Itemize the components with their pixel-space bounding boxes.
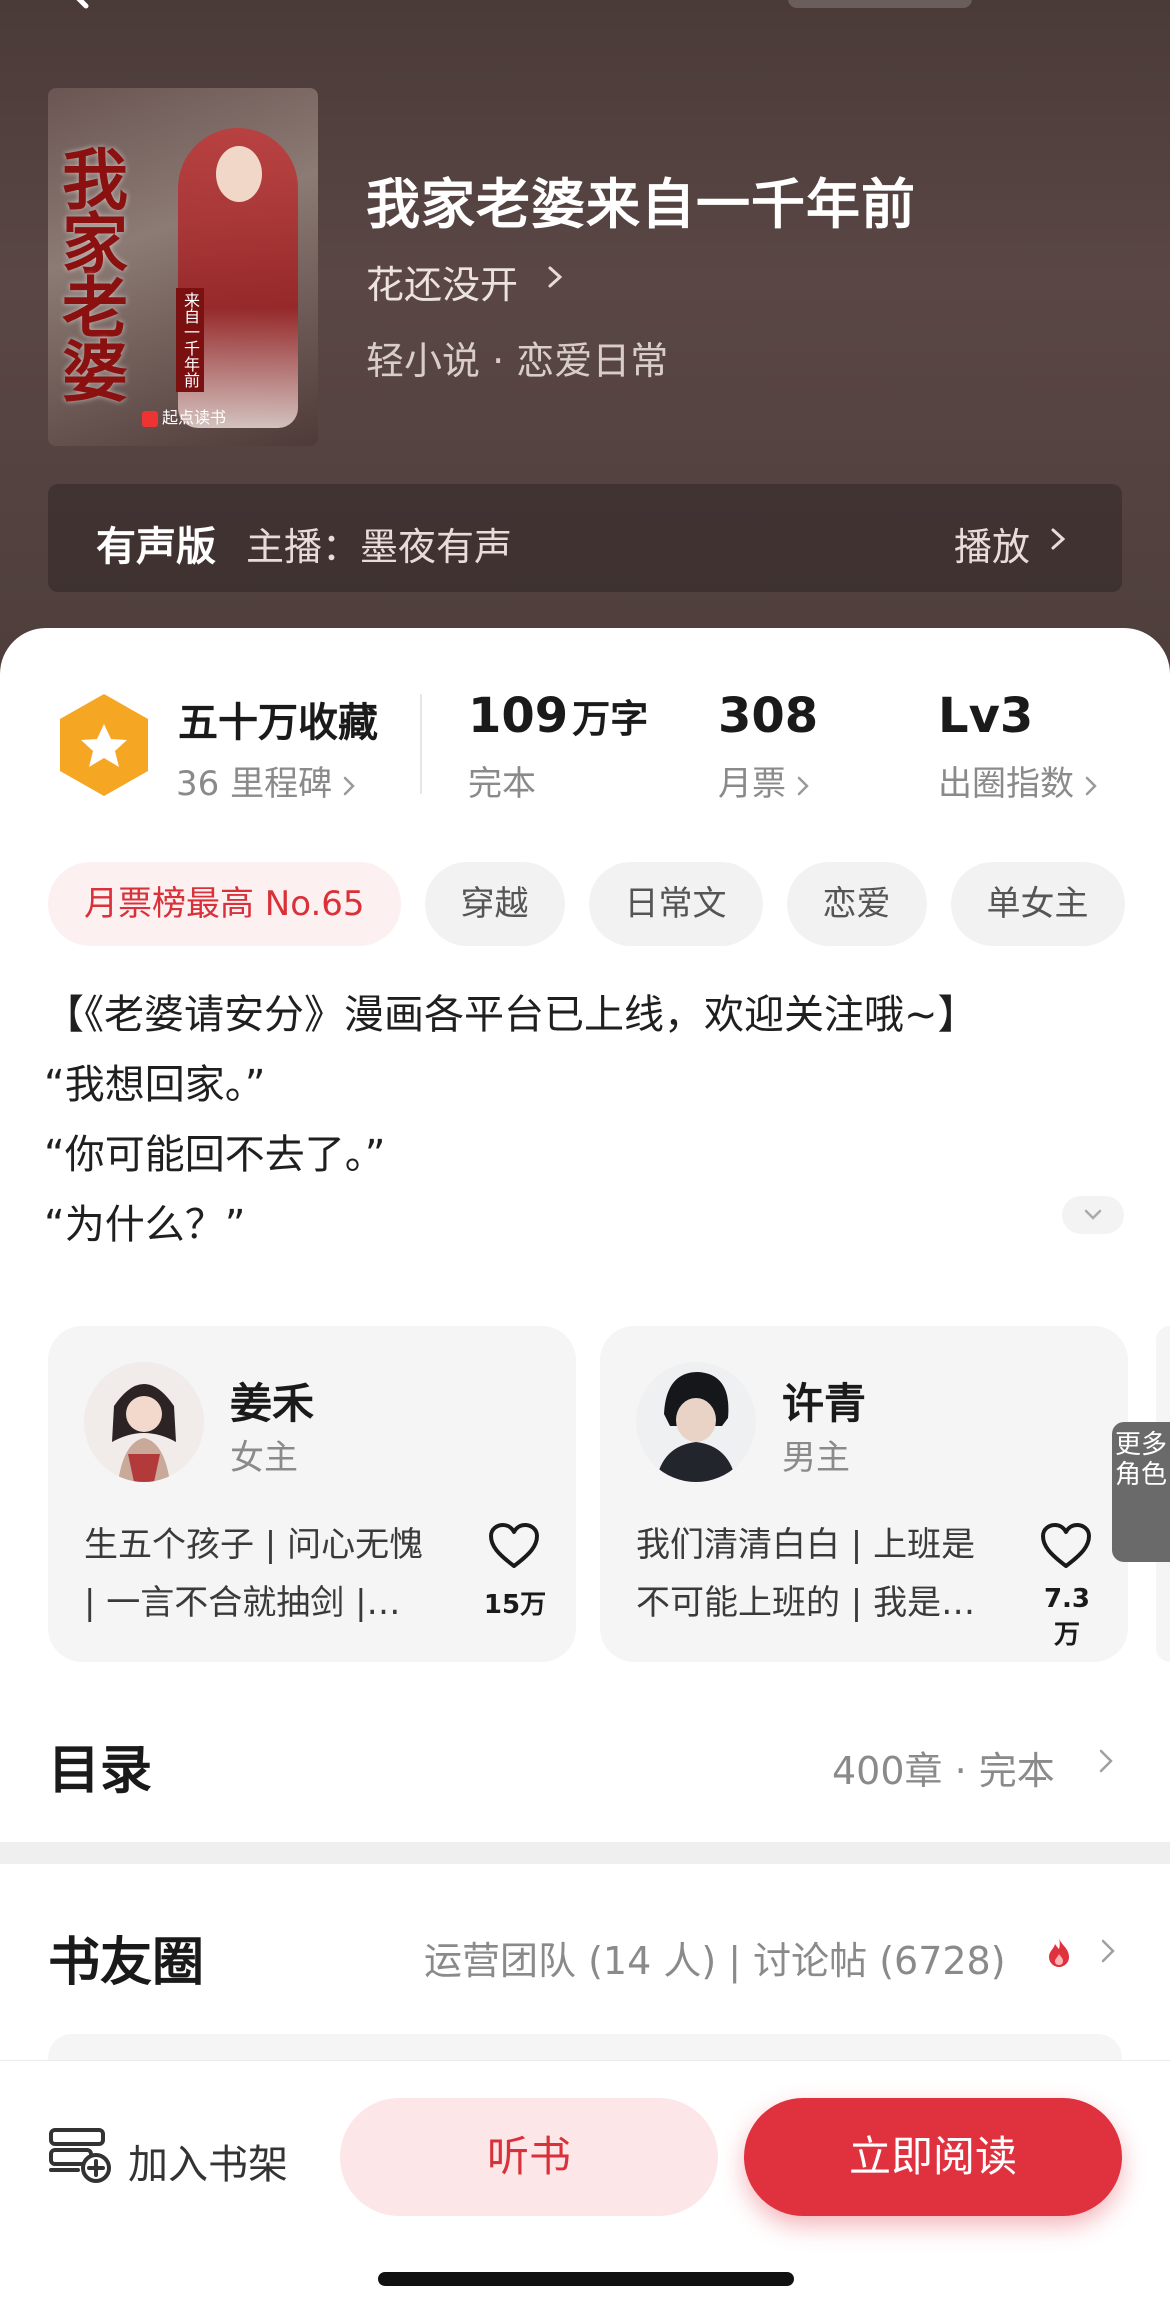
character-card-jianghe[interactable]: 姜禾 女主 生五个孩子 | 问心无愧 | 一言不合就抽剑 |… 15万 (48, 1326, 576, 1662)
character-role: 男主 (782, 1438, 850, 1478)
character-description: 生五个孩子 | 问心无愧 | 一言不合就抽剑 |… (84, 1525, 424, 1623)
book-genre: 轻小说 · 恋爱日常 (366, 339, 669, 383)
completion-status: 完本 (468, 764, 536, 804)
book-header: 我家老婆 来自一千年前 起点读书 我家老婆来自一千年前 花还没开 轻小说 · 恋… (0, 0, 1170, 700)
character-likes: 7.3万 (1043, 1584, 1091, 1650)
popularity-level-number: Lv3 (938, 688, 1034, 744)
popularity-level-label: 出圈指数 (938, 756, 1098, 805)
milestone-label: 36 里程碑 (176, 764, 333, 804)
monthly-ticket-text: 月票 (718, 764, 786, 804)
chevron-right-icon (548, 266, 563, 288)
synopsis[interactable]: 【《老婆请安分》漫画各平台已上线，欢迎关注哦~】 “我想回家。” “你可能回不去… (44, 980, 1124, 1260)
chevron-right-icon (343, 776, 355, 795)
read-now-button[interactable]: 立即阅读 (744, 2098, 1122, 2216)
chevron-right-icon (1099, 1749, 1113, 1773)
chevron-right-icon (1051, 528, 1066, 550)
character-avatar (84, 1362, 204, 1482)
monthly-ticket-number: 308 (718, 688, 819, 744)
audio-host: 主播：墨夜有声 (246, 525, 513, 569)
word-count-unit: 万字 (572, 697, 649, 741)
star-badge-icon (60, 694, 148, 796)
audio-label: 有声版 (96, 524, 216, 570)
tag-item[interactable]: 恋爱 (786, 862, 927, 946)
word-count-stat: 109 万字 完本 (468, 688, 649, 804)
tag-ranking[interactable]: 月票榜最高 No.65 (48, 862, 401, 946)
toc-meta[interactable]: 400章 · 完本 (832, 1740, 1055, 1795)
character-description: 我们清清白白 | 上班是不可能上班的 | 我是… (636, 1525, 976, 1623)
word-count-number: 109 (468, 688, 569, 744)
book-club-meta[interactable]: 运营团队 (14 人) | 讨论帖 (6728) (424, 1930, 1006, 1985)
synopsis-line: 【《老婆请安分》漫画各平台已上线，欢迎关注哦~】 (44, 992, 978, 1038)
synopsis-line: “我想回家。” (44, 1062, 266, 1108)
cover-brand-label: 起点读书 (162, 408, 227, 427)
fire-icon (1049, 1938, 1069, 1967)
collect-count: 五十万收藏 (178, 700, 378, 746)
expand-synopsis-button[interactable] (1062, 1196, 1124, 1234)
character-role: 女主 (230, 1438, 298, 1478)
cover-face (216, 146, 262, 202)
chevron-right-icon (797, 776, 809, 795)
add-to-shelf-label[interactable]: 加入书架 (128, 2132, 288, 2190)
tag-item[interactable]: 穿越 (424, 862, 565, 946)
tag-list: 月票榜最高 No.65 穿越 日常文 恋爱 单女主 (48, 862, 1125, 946)
monthly-ticket-label: 月票 (718, 756, 810, 805)
character-name: 许青 (782, 1379, 867, 1428)
book-title: 我家老婆来自一千年前 (366, 173, 916, 236)
toc-title: 目录 (48, 1741, 153, 1801)
chevron-down-icon (1084, 1209, 1102, 1220)
more-roles-button[interactable]: 更多角色 (1112, 1422, 1170, 1562)
cover-brand: 起点读书 (142, 404, 226, 428)
character-card-xuqing[interactable]: 许青 男主 我们清清白白 | 上班是不可能上班的 | 我是… 7.3万 (600, 1326, 1128, 1662)
brand-logo-icon (142, 410, 158, 427)
add-to-shelf-icon[interactable] (48, 2126, 112, 2184)
back-icon[interactable] (60, 0, 100, 10)
synopsis-line: “为什么？” (44, 1202, 246, 1248)
character-avatar (636, 1362, 756, 1482)
popularity-level-text: 出圈指数 (938, 764, 1074, 804)
cover-subtitle: 来自一千年前 (176, 288, 204, 392)
character-name: 姜禾 (230, 1379, 315, 1428)
milestone-link[interactable]: 36 里程碑 (176, 756, 356, 805)
character-likes: 15万 (483, 1590, 547, 1620)
synopsis-line: “你可能回不去了。” (44, 1132, 386, 1178)
monthly-ticket-stat[interactable]: 308 月票 (718, 688, 819, 804)
heart-icon[interactable] (488, 1522, 540, 1570)
audio-version-bar[interactable]: 有声版 主播：墨夜有声 播放 (48, 484, 1122, 592)
author-link[interactable]: 花还没开 (366, 254, 518, 309)
book-cover[interactable]: 我家老婆 来自一千年前 起点读书 (48, 88, 318, 446)
tag-item[interactable]: 单女主 (950, 862, 1125, 946)
top-pill-button[interactable] (788, 0, 972, 8)
play-button[interactable]: 播放 (954, 516, 1030, 571)
chevron-right-icon (1085, 776, 1097, 795)
section-divider (0, 1842, 1170, 1864)
heart-icon[interactable] (1040, 1522, 1092, 1570)
cover-title: 我家老婆 (62, 141, 128, 411)
tag-item[interactable]: 日常文 (588, 862, 763, 946)
stats-divider (420, 694, 422, 794)
chevron-right-icon (1101, 1939, 1115, 1963)
popularity-level-stat[interactable]: Lv3 出圈指数 (938, 688, 1097, 804)
listen-button[interactable]: 听书 (340, 2098, 718, 2216)
book-club-title: 书友圈 (48, 1933, 205, 1993)
home-indicator (378, 2272, 794, 2286)
